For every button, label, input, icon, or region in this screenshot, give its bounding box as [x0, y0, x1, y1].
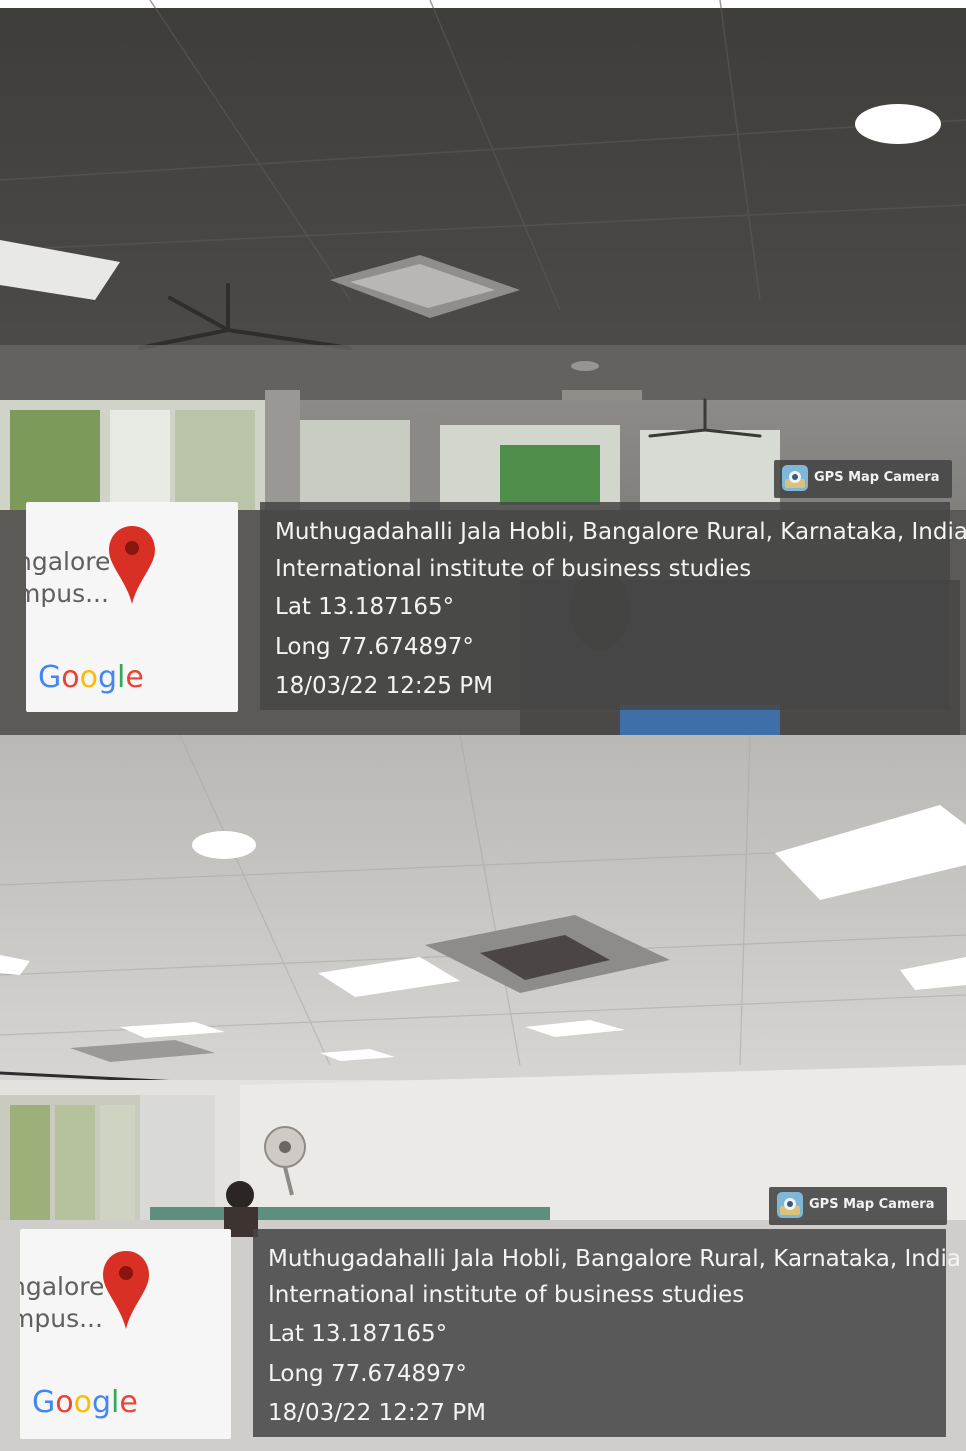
- geotag-info-panel: Muthugadahalli Jala Hobli, Bangalore Rur…: [260, 502, 966, 710]
- place-text: International institute of business stud…: [275, 556, 752, 582]
- photo-2: GPS Map Camera ngalore mpus... Google Mu…: [0, 735, 966, 1451]
- photo-1: GPS Map Camera ngalore mpus... Google Mu…: [0, 0, 966, 735]
- latitude-text: Lat 13.187165°: [268, 1321, 448, 1347]
- gps-map-camera-badge: GPS Map Camera: [774, 460, 952, 498]
- map-label-line2: mpus...: [20, 1304, 103, 1333]
- address-text: Muthugadahalli Jala Hobli, Bangalore Rur…: [275, 519, 966, 545]
- map-thumbnail: ngalore mpus... Google: [20, 1229, 231, 1439]
- map-label-line2: mpus...: [26, 579, 109, 608]
- gps-map-camera-app-icon: [777, 1192, 803, 1218]
- place-text: International institute of business stud…: [268, 1282, 745, 1308]
- google-logo: Google: [32, 1385, 138, 1420]
- datetime-text: 18/03/22 12:27 PM: [268, 1400, 486, 1426]
- google-logo: Google: [38, 660, 144, 695]
- map-label-line1: ngalore: [20, 1272, 105, 1301]
- map-thumbnail: ngalore mpus... Google: [26, 502, 238, 712]
- longitude-text: Long 77.674897°: [275, 634, 474, 660]
- map-pin-icon: [103, 1251, 149, 1329]
- map-pin-icon: [109, 526, 155, 604]
- address-text: Muthugadahalli Jala Hobli, Bangalore Rur…: [268, 1246, 961, 1272]
- map-label-line1: ngalore: [26, 547, 111, 576]
- badge-label: GPS Map Camera: [814, 470, 940, 485]
- longitude-text: Long 77.674897°: [268, 1361, 467, 1387]
- latitude-text: Lat 13.187165°: [275, 594, 455, 620]
- geotag-info-panel: Muthugadahalli Jala Hobli, Bangalore Rur…: [253, 1229, 961, 1437]
- gps-map-camera-badge: GPS Map Camera: [769, 1187, 947, 1225]
- datetime-text: 18/03/22 12:25 PM: [275, 673, 493, 699]
- badge-label: GPS Map Camera: [809, 1197, 935, 1212]
- gps-map-camera-app-icon: [782, 465, 808, 491]
